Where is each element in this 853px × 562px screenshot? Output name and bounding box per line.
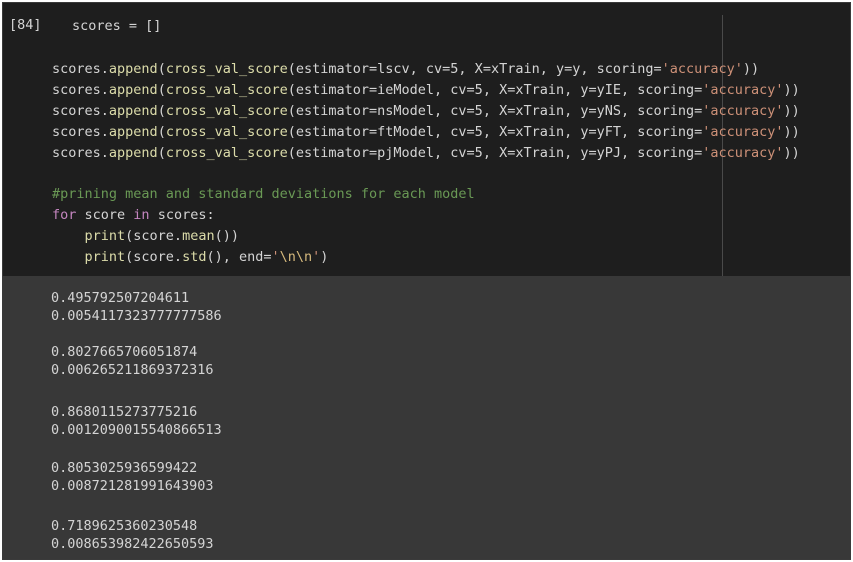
code-token: = xyxy=(120,18,146,34)
code-token: 'accuracy' xyxy=(702,145,784,161)
code-keyword: for xyxy=(52,207,77,223)
code-line-append[interactable]: scores.append(cross_val_score(estimator=… xyxy=(52,59,759,80)
output-line: 0.0054117323777777586 xyxy=(51,308,222,324)
code-token: ()) xyxy=(214,228,239,244)
code-token: ( xyxy=(157,103,166,119)
output-line: 0.008653982422650593 xyxy=(51,536,214,552)
code-token: (score. xyxy=(125,228,183,244)
code-token: mean xyxy=(182,228,215,244)
code-token: print xyxy=(84,228,126,244)
code-token: cross_val_score xyxy=(165,145,288,161)
code-token: cross_val_score xyxy=(165,124,288,140)
code-token: ( xyxy=(157,124,166,140)
output-line: 0.8680115273775216 xyxy=(51,404,198,420)
code-line-print-mean[interactable]: print(score.mean()) xyxy=(52,226,239,247)
code-line-append[interactable]: scores.append(cross_val_score(estimator=… xyxy=(52,143,800,164)
code-token: (estimator=lscv, cv=5, X=xTrain, y=y, sc… xyxy=(287,61,662,77)
cell-output: 0.495792507204611 0.0054117323777777586 … xyxy=(3,276,850,559)
output-line: 0.008721281991643903 xyxy=(51,478,214,494)
code-token: scores. xyxy=(52,82,109,98)
code-token: cross_val_score xyxy=(165,61,288,77)
code-token: print xyxy=(84,249,126,265)
code-token: scores. xyxy=(52,145,109,161)
code-token: (estimator=pjModel, cv=5, X=xTrain, y=yP… xyxy=(287,145,703,161)
code-token: \n\n xyxy=(279,249,313,265)
code-token: (estimator=ftModel, cv=5, X=xTrain, y=yF… xyxy=(287,124,703,140)
execution-count: [84] xyxy=(9,17,42,33)
notebook-cell[interactable]: [84] scores = [] scores.append(cross_val… xyxy=(2,2,851,560)
code-token: 'accuracy' xyxy=(661,61,743,77)
output-line: 0.8027665706051874 xyxy=(51,344,198,360)
output-line: 0.495792507204611 xyxy=(51,290,190,306)
code-token: append xyxy=(108,61,158,77)
code-line-append[interactable]: scores.append(cross_val_score(estimator=… xyxy=(52,122,800,143)
code-token: )) xyxy=(783,124,800,140)
code-token: append xyxy=(108,82,158,98)
code-token: std xyxy=(182,249,207,265)
code-token: 'accuracy' xyxy=(702,103,784,119)
code-line-comment[interactable]: #prining mean and standard deviations fo… xyxy=(52,184,475,205)
code-token: ' xyxy=(271,249,280,265)
code-token: 'accuracy' xyxy=(702,82,784,98)
code-token: (score. xyxy=(125,249,183,265)
code-token: scores xyxy=(72,18,121,34)
code-token: scores. xyxy=(52,103,109,119)
code-token: )) xyxy=(742,61,760,77)
output-line: 0.7189625360230548 xyxy=(51,518,198,534)
code-token: cross_val_score xyxy=(165,82,288,98)
code-token: [] xyxy=(145,18,162,34)
code-line-append[interactable]: scores.append(cross_val_score(estimator=… xyxy=(52,101,800,122)
output-line: 0.8053025936599422 xyxy=(51,460,198,476)
code-token: 'accuracy' xyxy=(702,124,784,140)
code-token: ( xyxy=(157,61,166,77)
code-token: ( xyxy=(157,145,166,161)
code-line-print-std[interactable]: print(score.std(), end='\n\n') xyxy=(52,247,329,268)
code-token: (estimator=nsModel, cv=5, X=xTrain, y=yN… xyxy=(287,103,703,119)
code-token: ( xyxy=(157,82,166,98)
code-token: append xyxy=(108,103,158,119)
code-comment: #prining mean and standard deviations fo… xyxy=(52,186,475,202)
code-token: append xyxy=(108,124,158,140)
code-line-append[interactable]: scores.append(cross_val_score(estimator=… xyxy=(52,80,800,101)
code-token: scores. xyxy=(52,124,109,140)
code-token: )) xyxy=(783,145,800,161)
code-token: )) xyxy=(783,103,800,119)
code-token: (estimator=ieModel, cv=5, X=xTrain, y=yI… xyxy=(287,82,703,98)
output-line: 0.0012090015540866513 xyxy=(51,422,222,438)
code-token: append xyxy=(108,145,158,161)
code-editor[interactable]: [84] scores = [] scores.append(cross_val… xyxy=(3,3,850,276)
code-token: scores: xyxy=(149,207,215,223)
code-line-1[interactable]: scores = [] xyxy=(72,16,161,37)
code-token: score xyxy=(76,207,134,223)
code-token: scores. xyxy=(52,61,109,77)
code-token: (), end= xyxy=(206,249,272,265)
code-line-for[interactable]: for score in scores: xyxy=(52,205,215,226)
code-token: )) xyxy=(783,82,800,98)
code-keyword: in xyxy=(133,207,150,223)
code-token: ) xyxy=(320,249,329,265)
output-line: 0.006265211869372316 xyxy=(51,362,214,378)
code-token: cross_val_score xyxy=(165,103,288,119)
